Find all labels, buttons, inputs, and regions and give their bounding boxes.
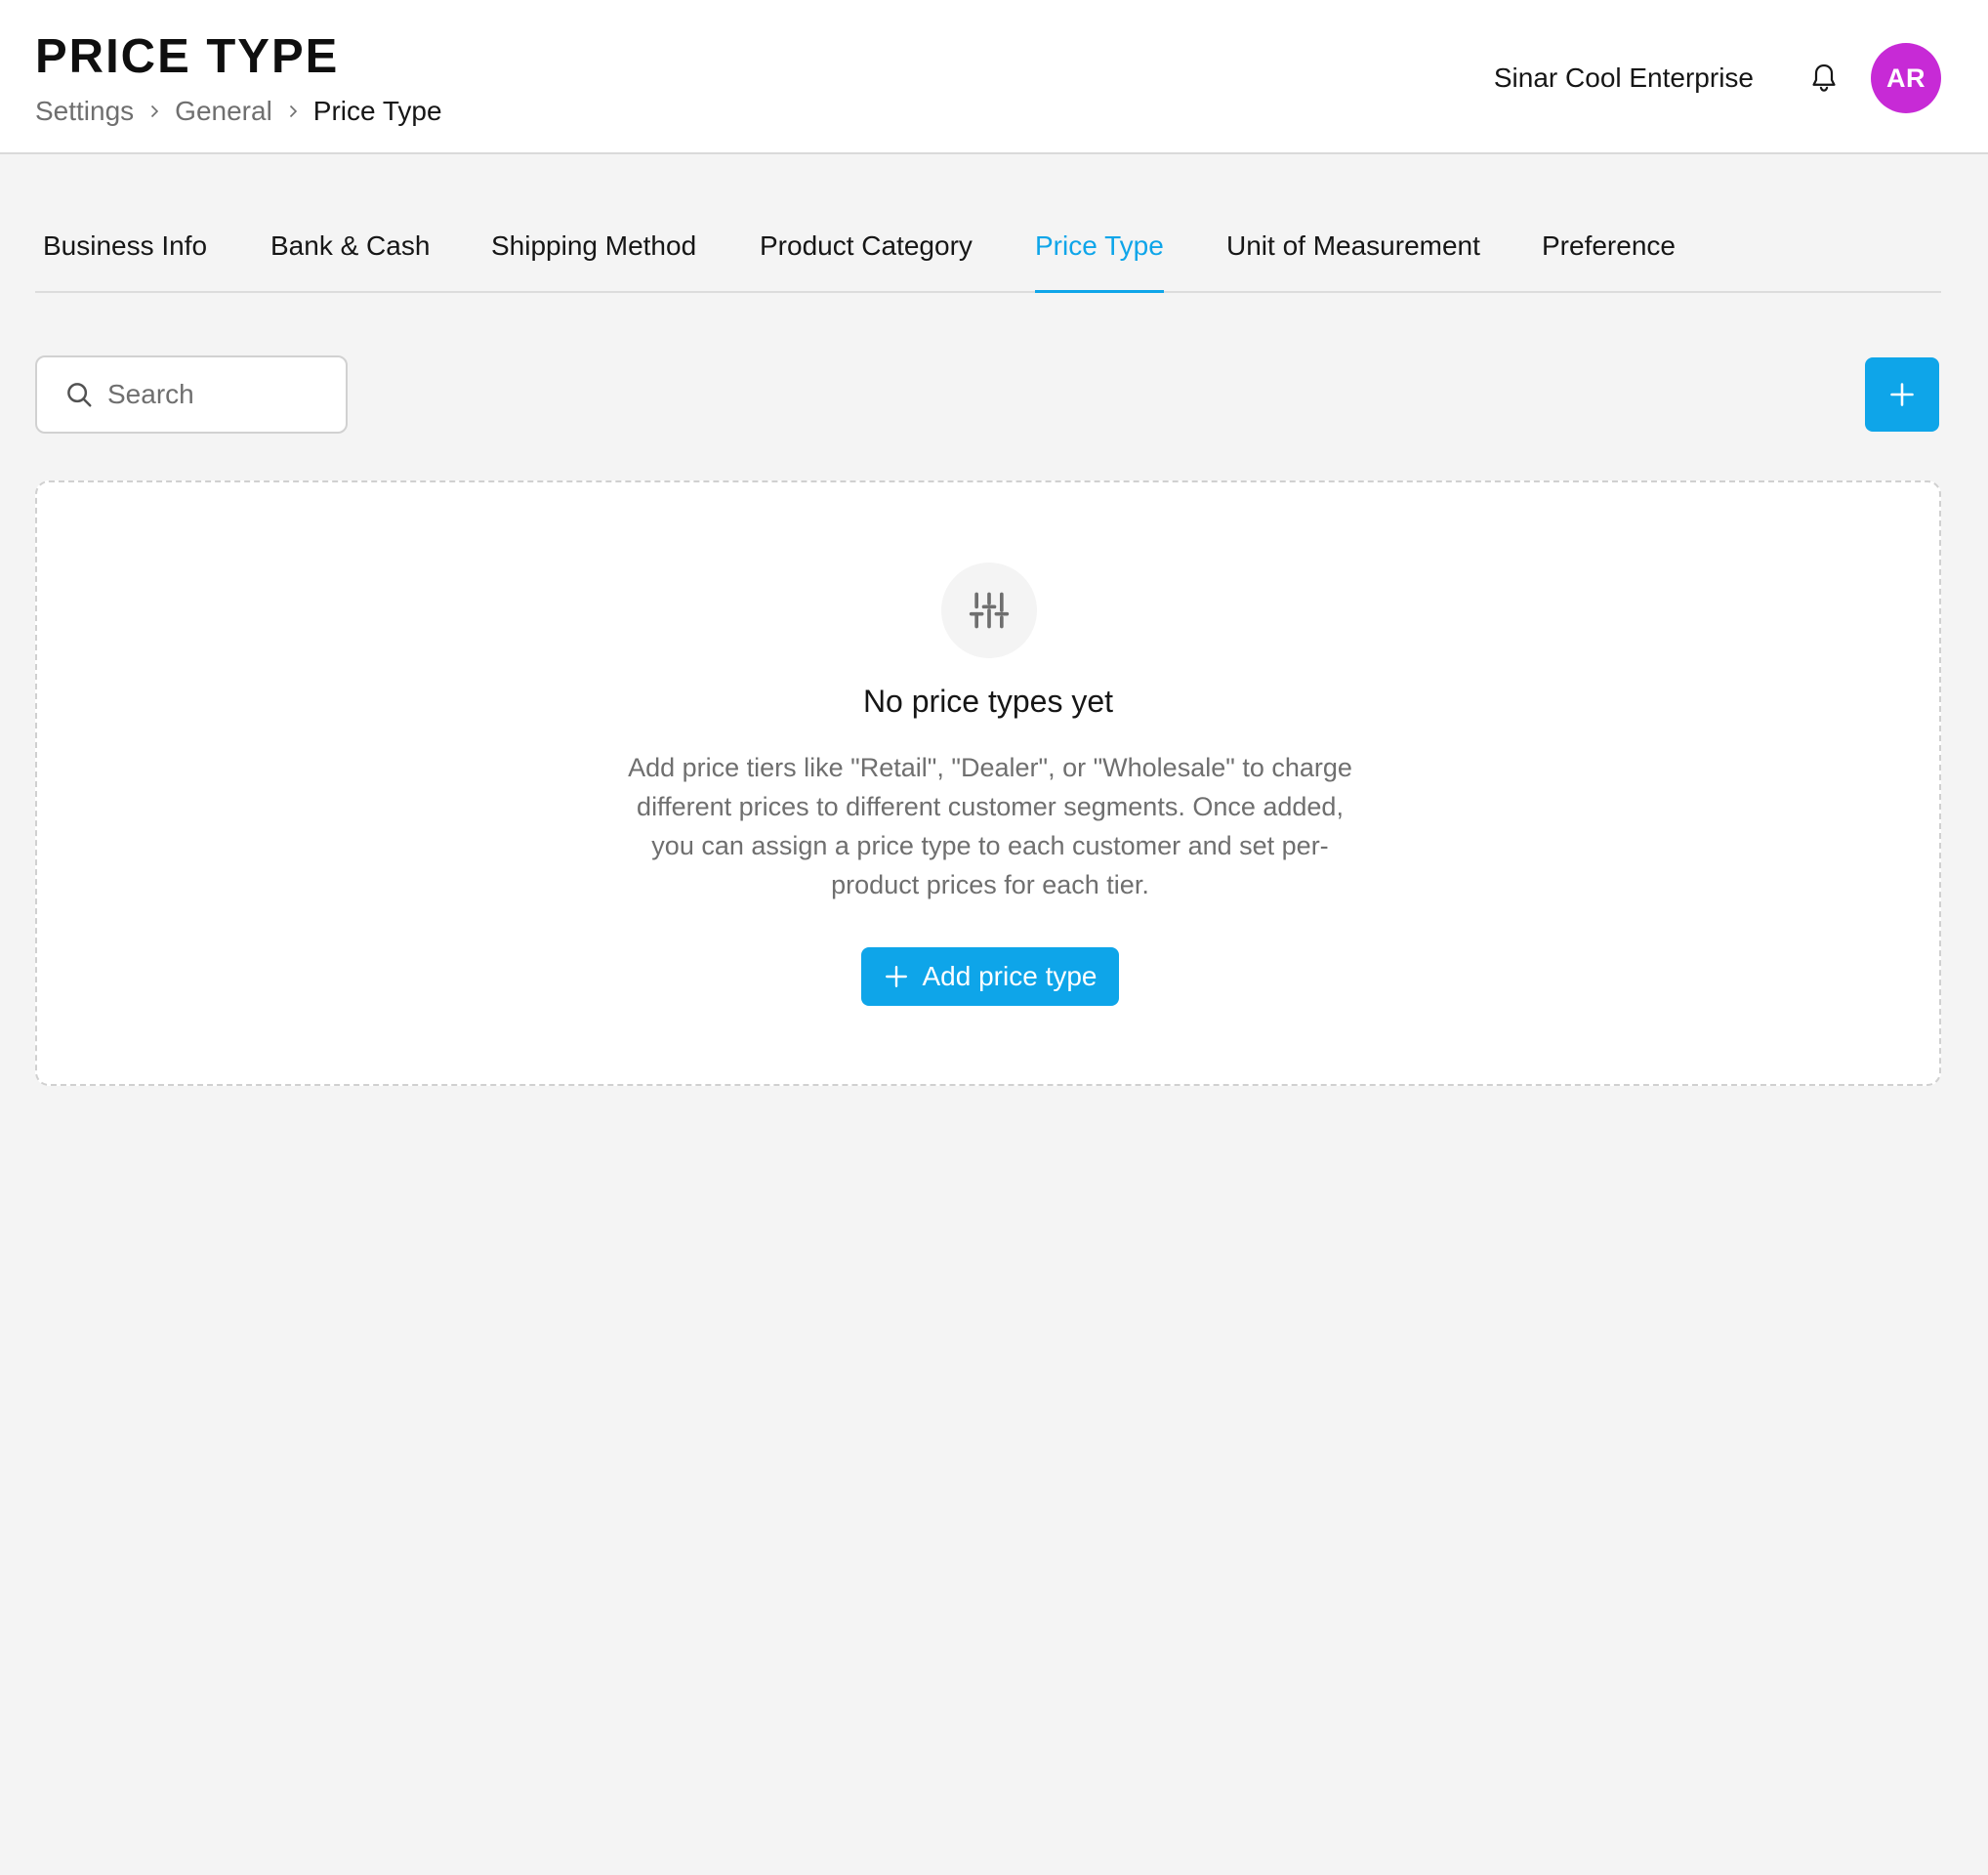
- add-button[interactable]: [1865, 357, 1939, 432]
- user-avatar[interactable]: AR: [1871, 43, 1941, 113]
- sliders-icon: [941, 562, 1037, 658]
- add-price-type-button[interactable]: Add price type: [861, 947, 1119, 1006]
- page-title: PRICE TYPE: [35, 30, 340, 83]
- search-box: [35, 355, 348, 434]
- breadcrumb: Settings General Price Type: [35, 94, 442, 129]
- tab-bank-cash[interactable]: Bank & Cash: [270, 219, 430, 291]
- empty-state-description: Add price tiers like "Retail", "Dealer",…: [628, 753, 1352, 899]
- search-icon: [37, 380, 107, 409]
- empty-state-panel: No price types yet Add price tiers like …: [35, 480, 1941, 1086]
- plus-icon: [884, 964, 909, 989]
- breadcrumb-general[interactable]: General: [175, 94, 272, 129]
- notification-bell-icon[interactable]: [1806, 61, 1842, 96]
- plus-icon: [1890, 383, 1914, 406]
- tab-shipping-method[interactable]: Shipping Method: [491, 219, 696, 291]
- chevron-right-icon: [272, 104, 313, 119]
- tab-unit-of-measurement[interactable]: Unit of Measurement: [1226, 219, 1480, 291]
- settings-tabs: Business Info Bank & Cash Shipping Metho…: [35, 219, 1941, 293]
- tab-price-type[interactable]: Price Type: [1035, 219, 1164, 293]
- add-price-type-label: Add price type: [922, 961, 1098, 991]
- tab-business-info[interactable]: Business Info: [43, 219, 207, 291]
- organization-switcher[interactable]: Sinar Cool Enterprise: [1494, 61, 1754, 96]
- breadcrumb-settings[interactable]: Settings: [35, 94, 134, 129]
- breadcrumb-price-type: Price Type: [312, 96, 442, 126]
- tab-product-category[interactable]: Product Category: [760, 219, 973, 291]
- top-bar: PRICE TYPE Settings General Price Type S…: [0, 0, 1988, 154]
- chevron-right-icon: [134, 104, 175, 119]
- empty-state-title: No price types yet: [862, 684, 1114, 719]
- search-input[interactable]: [107, 379, 322, 410]
- tab-preference[interactable]: Preference: [1542, 219, 1676, 291]
